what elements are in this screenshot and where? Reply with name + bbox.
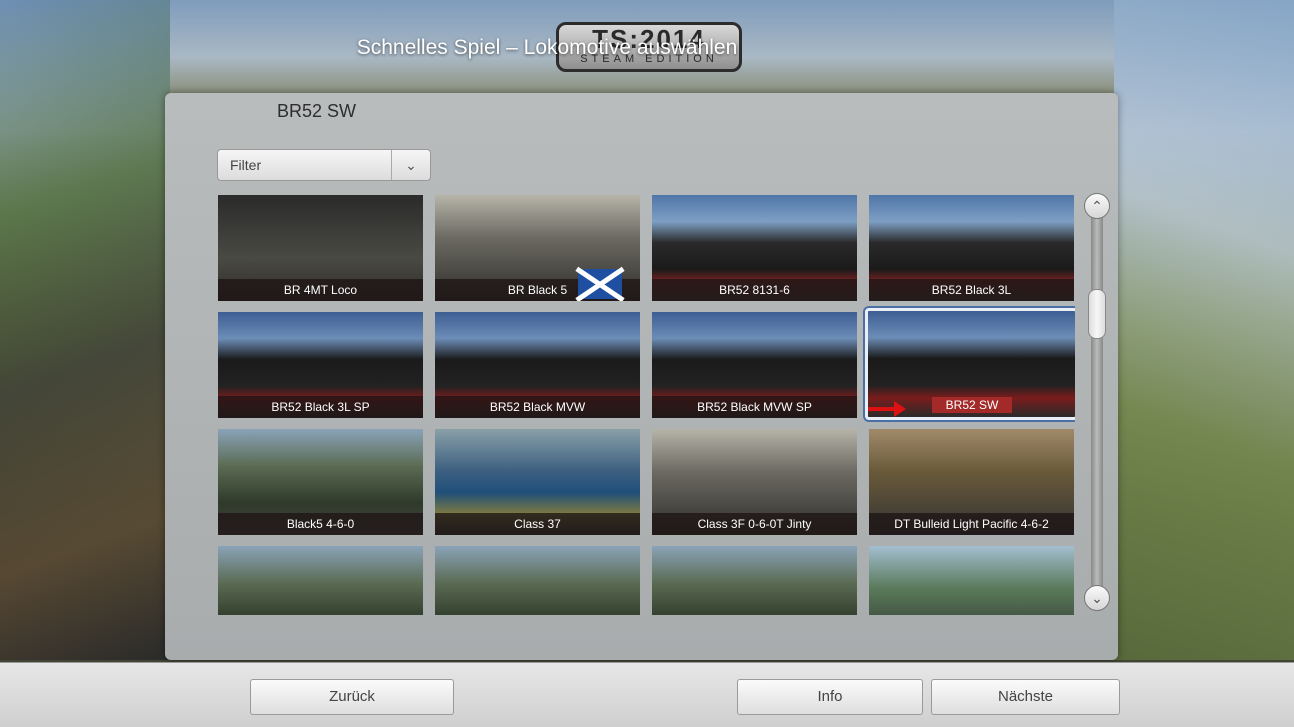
info-button[interactable]: Info <box>737 679 923 715</box>
loco-tile-row4-1[interactable] <box>218 546 423 615</box>
loco-tile-dt-bulleid-light-pacific[interactable]: DT Bulleid Light Pacific 4-6-2 <box>869 429 1074 535</box>
filter-dropdown[interactable]: Filter ⌄ <box>217 149 431 181</box>
loco-tile-br52-sw[interactable]: BR52 SW <box>865 308 1075 420</box>
loco-thumbnail <box>652 546 857 615</box>
loco-caption: DT Bulleid Light Pacific 4-6-2 <box>869 513 1074 535</box>
loco-caption: Black5 4-6-0 <box>218 513 423 535</box>
loco-caption: BR52 8131-6 <box>652 279 857 301</box>
locomotive-panel: BR52 SW Filter ⌄ BR 4MT Loco BR Black 5 … <box>165 93 1118 660</box>
loco-caption: BR52 Black MVW <box>435 396 640 418</box>
loco-caption: BR52 Black 3L <box>869 279 1074 301</box>
loco-caption-selected: BR52 SW <box>932 397 1012 413</box>
background-left <box>0 0 170 660</box>
chevron-down-icon[interactable]: ⌄ <box>1084 585 1110 611</box>
back-button[interactable]: Zurück <box>250 679 454 715</box>
loco-caption: Class 37 <box>435 513 640 535</box>
scotland-flag-icon <box>578 269 622 299</box>
loco-thumbnail <box>435 546 640 615</box>
loco-tile-black5-4-6-0[interactable]: Black5 4-6-0 <box>218 429 423 535</box>
loco-tile-br52-black-mvw-sp[interactable]: BR52 Black MVW SP <box>652 312 857 418</box>
loco-tile-br-4mt-loco[interactable]: BR 4MT Loco <box>218 195 423 301</box>
chevron-down-icon[interactable]: ⌄ <box>391 150 430 180</box>
loco-thumbnail <box>869 546 1074 615</box>
loco-tile-br-black-5[interactable]: BR Black 5 <box>435 195 640 301</box>
loco-thumbnail <box>218 546 423 615</box>
filter-label: Filter <box>230 157 262 173</box>
loco-tile-row4-2[interactable] <box>435 546 640 615</box>
footer-bar: Zurück Info Nächste <box>0 662 1294 727</box>
scrollbar-track[interactable] <box>1091 205 1103 605</box>
chevron-up-icon[interactable]: ⌃ <box>1084 193 1110 219</box>
loco-tile-br52-black-3l[interactable]: BR52 Black 3L <box>869 195 1074 301</box>
red-arrow-icon <box>868 401 906 417</box>
loco-tile-class-37[interactable]: Class 37 <box>435 429 640 535</box>
background-right <box>1114 0 1294 660</box>
loco-caption: BR52 Black MVW SP <box>652 396 857 418</box>
loco-caption: BR52 Black 3L SP <box>218 396 423 418</box>
loco-tile-br52-black-3l-sp[interactable]: BR52 Black 3L SP <box>218 312 423 418</box>
loco-tile-br52-black-mvw[interactable]: BR52 Black MVW <box>435 312 640 418</box>
loco-tile-row4-4[interactable] <box>869 546 1074 615</box>
selected-locomotive-name: BR52 SW <box>277 101 357 121</box>
loco-tile-br52-8131-6[interactable]: BR52 8131-6 <box>652 195 857 301</box>
page-title: Schnelles Spiel – Lokomotive auswählen <box>356 36 738 59</box>
scrollbar-thumb[interactable] <box>1088 289 1106 339</box>
next-button[interactable]: Nächste <box>931 679 1120 715</box>
loco-tile-class-3f-jinty[interactable]: Class 3F 0-6-0T Jinty <box>652 429 857 535</box>
loco-caption: Class 3F 0-6-0T Jinty <box>652 513 857 535</box>
loco-caption: BR 4MT Loco <box>218 279 423 301</box>
loco-tile-row4-3[interactable] <box>652 546 857 615</box>
locomotive-grid: BR 4MT Loco BR Black 5 BR52 8131-6 BR52 … <box>218 195 1075 615</box>
